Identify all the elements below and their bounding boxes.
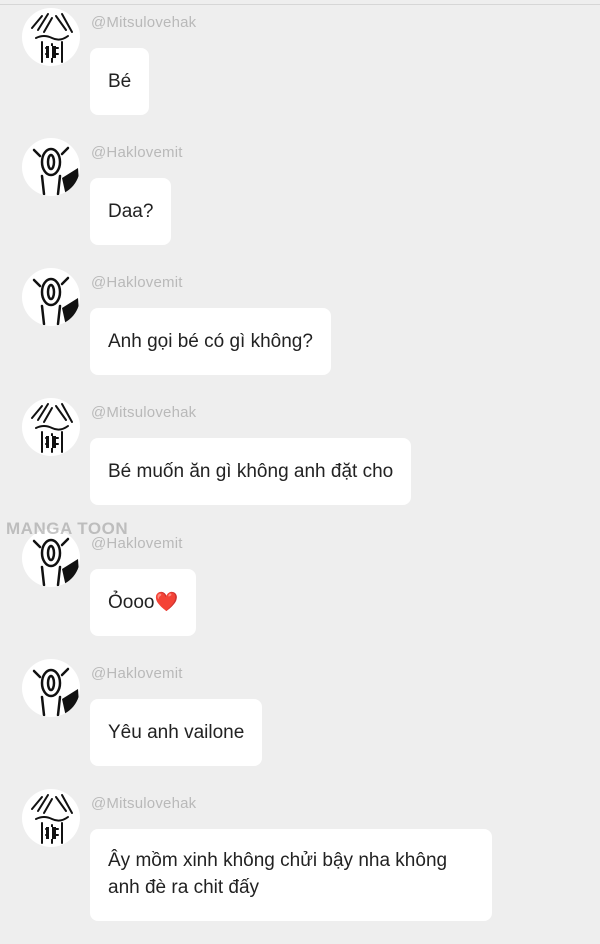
message-bubble: Ỏooo❤️ — [90, 569, 197, 636]
avatar-hak[interactable] — [22, 659, 80, 717]
message-text: Yêu anh vailone — [108, 722, 245, 743]
avatar-mitsu[interactable] — [22, 398, 80, 456]
character-sketch-icon — [31, 403, 73, 453]
message-bubble: Anh gọi bé có gì không? — [90, 308, 331, 375]
message-username[interactable]: @Mitsulovehak — [91, 404, 196, 421]
message-bubble: Bé — [90, 48, 150, 115]
message-username[interactable]: @Haklovemit — [91, 665, 183, 682]
message-username[interactable]: @Haklovemit — [91, 144, 183, 161]
avatar-mitsu[interactable] — [22, 8, 80, 66]
character-sketch-icon — [31, 794, 73, 844]
message-username[interactable]: @Mitsulovehak — [91, 795, 196, 812]
message-bubble: Bé muốn ăn gì không anh đặt cho — [90, 438, 412, 505]
message-text: Daa? — [108, 201, 154, 222]
chat-thread: @Mitsulovehak Bé @Haklovemit Daa? @Haklo… — [0, 0, 600, 944]
message-text: Bé — [108, 71, 132, 92]
chain-sketch-icon — [32, 146, 80, 196]
message-text: Anh gọi bé có gì không? — [108, 331, 313, 352]
avatar-hak[interactable] — [22, 268, 80, 326]
message-text: Ỏooo — [108, 592, 155, 613]
message-bubble: Daa? — [90, 178, 172, 245]
message-bubble: Ây mồm xinh không chửi bậy nha không anh… — [90, 829, 492, 921]
avatar-mitsu[interactable] — [22, 789, 80, 847]
message-username[interactable]: @Mitsulovehak — [91, 14, 196, 31]
mangatoon-watermark: MANGA TOON — [6, 519, 129, 538]
message-username[interactable]: @Haklovemit — [91, 274, 183, 291]
message-text: Ây mồm xinh không chửi bậy nha không anh… — [108, 850, 448, 898]
character-sketch-icon — [31, 13, 73, 63]
chain-sketch-icon — [32, 667, 80, 717]
message-bubble: Yêu anh vailone — [90, 699, 263, 766]
heart-emoji-icon: ❤️ — [154, 592, 179, 613]
message-text: Bé muốn ăn gì không anh đặt cho — [108, 461, 394, 482]
chain-sketch-icon — [32, 276, 80, 326]
avatar-hak[interactable] — [22, 138, 80, 196]
